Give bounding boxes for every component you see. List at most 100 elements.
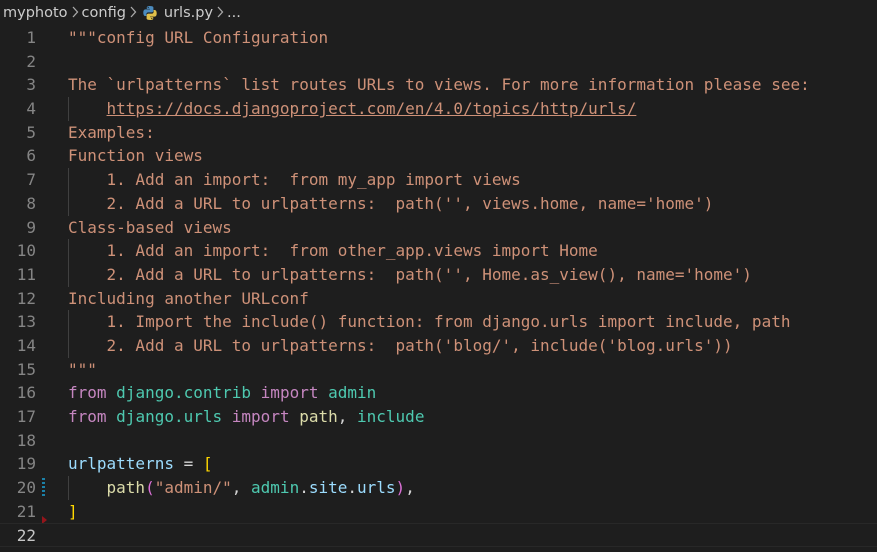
line-number: 4	[26, 99, 36, 119]
code-link[interactable]: https://docs.djangoproject.com/en/4.0/to…	[107, 99, 637, 118]
code-token: 2. Add a URL to urlpatterns: path('blog/…	[68, 335, 733, 355]
line-number: 15	[16, 359, 36, 379]
code-text: """	[68, 358, 97, 382]
code-token: 2. Add a URL to urlpatterns: path('', vi…	[68, 193, 714, 213]
code-line[interactable]: 9 Class-based views	[0, 216, 877, 240]
code-text: The `urlpatterns` list routes URLs to vi…	[68, 73, 810, 97]
line-number: 17	[16, 407, 36, 426]
line-number: 22	[16, 526, 36, 546]
code-token: [	[202, 454, 213, 474]
code-token: from	[68, 407, 107, 426]
line-number: 14	[16, 335, 36, 355]
code-token: ,	[337, 407, 358, 426]
python-file-icon	[142, 5, 158, 21]
line-number: 2	[26, 51, 36, 71]
code-line[interactable]: 14 2. Add a URL to urlpatterns: path('bl…	[0, 333, 877, 358]
code-text: """config URL Configuration	[68, 26, 328, 50]
code-text: Including another URLconf	[68, 287, 309, 311]
code-token: 1. Add an import: from my_app import vie…	[68, 170, 521, 190]
code-line[interactable]: 11 2. Add a URL to urlpatterns: path('',…	[0, 262, 877, 287]
line-number: 21	[16, 501, 36, 521]
code-line[interactable]: 1 """config URL Configuration	[0, 26, 877, 50]
code-token: .	[299, 478, 309, 498]
code-token: =	[173, 454, 203, 474]
line-number: 10	[16, 241, 36, 261]
code-line[interactable]: 15 """	[0, 358, 877, 382]
code-line[interactable]: 7 1. Add an import: from my_app import v…	[0, 168, 877, 192]
code-text: 2. Add a URL to urlpatterns: path('', Ho…	[68, 263, 752, 287]
code-token: ,	[231, 478, 252, 498]
line-number: 20	[16, 478, 36, 498]
code-token: Examples:	[68, 122, 155, 142]
code-line[interactable]: 18	[0, 429, 877, 453]
code-area[interactable]: 1 """config URL Configuration 2 3 The `urlpa…	[0, 26, 877, 548]
code-token: django.urls	[116, 407, 223, 426]
code-token: (	[145, 478, 155, 498]
code-token: "admin/"	[154, 478, 232, 498]
code-text: urlpatterns = [	[68, 452, 213, 476]
code-token: .	[347, 478, 358, 498]
code-line[interactable]: 19 urlpatterns = [	[0, 452, 877, 476]
breadcrumb-folder-config[interactable]: config	[82, 5, 126, 21]
code-token: urlpatterns	[68, 454, 174, 474]
code-token: """config URL Configuration	[68, 28, 329, 47]
code-token: 1. Import the include() function: from d…	[68, 312, 791, 332]
modified-line-indicator[interactable]	[42, 478, 45, 498]
code-line[interactable]: 13 1. Import the include() function: fro…	[0, 310, 877, 334]
code-token: Including another URLconf	[68, 288, 309, 308]
code-token: django.contrib	[116, 383, 252, 403]
code-line[interactable]: 22	[0, 523, 877, 548]
line-number: 7	[26, 170, 36, 190]
code-text: 2. Add a URL to urlpatterns: path('blog/…	[68, 334, 733, 358]
code-line[interactable]: 6 Function views	[0, 144, 877, 168]
code-line[interactable]: 8 2. Add a URL to urlpatterns: path('', …	[0, 191, 877, 216]
line-number: 1	[26, 28, 36, 47]
code-token: """	[68, 359, 97, 379]
code-text: path("admin/", admin.site.urls),	[68, 476, 415, 500]
code-token: 1. Add an import: from other_app.views i…	[68, 241, 598, 261]
breadcrumb-file-urls-py[interactable]: urls.py	[164, 5, 213, 21]
code-token: admin	[251, 478, 300, 498]
code-line[interactable]: 17 from django.urls import path, include	[0, 405, 877, 429]
code-token: import	[260, 383, 319, 403]
code-token: ,	[405, 478, 415, 498]
code-text: https://docs.djangoproject.com/en/4.0/to…	[68, 97, 637, 121]
chevron-right-icon	[68, 5, 82, 21]
code-token: The `urlpatterns` list routes URLs to vi…	[68, 75, 810, 95]
code-line[interactable]: 4 https://docs.djangoproject.com/en/4.0/…	[0, 97, 877, 121]
code-text: ]	[68, 500, 78, 524]
code-text: 2. Add a URL to urlpatterns: path('', vi…	[68, 192, 714, 216]
code-token: Function views	[68, 146, 203, 166]
code-line[interactable]: 20 path("admin/", admin.site.urls),	[0, 476, 877, 500]
code-text: 1. Import the include() function: from d…	[68, 310, 791, 334]
code-token: path	[106, 478, 146, 498]
chevron-right-icon	[213, 5, 227, 21]
code-line[interactable]: 21]	[0, 500, 877, 524]
code-text: 1. Add an import: from other_app.views i…	[68, 239, 598, 263]
code-line[interactable]: 12 Including another URLconf	[0, 287, 877, 311]
line-number: 12	[16, 288, 36, 308]
breadcrumb-folder-myphoto[interactable]: myphoto	[3, 5, 68, 21]
code-line[interactable]: 16 from django.contrib import admin	[0, 381, 877, 405]
code-token: site	[308, 478, 348, 498]
code-text: Examples:	[68, 121, 155, 145]
code-line[interactable]: 2	[0, 50, 877, 74]
code-line[interactable]: 3 The `urlpatterns` list routes URLs to v…	[0, 73, 877, 97]
line-number: 6	[26, 146, 36, 166]
code-line[interactable]: 5 Examples:	[0, 121, 877, 145]
breadcrumb-more[interactable]: ...	[227, 5, 241, 21]
code-line[interactable]: 10 1. Add an import: from other_app.view…	[0, 239, 877, 263]
line-number: 19	[16, 454, 36, 474]
code-editor[interactable]: myphoto config urls.py ... 1 """config UR…	[0, 0, 877, 552]
line-number: 18	[16, 430, 36, 450]
line-number: 9	[26, 217, 36, 237]
code-token: ]	[68, 501, 78, 521]
code-text: Function views	[68, 144, 203, 168]
